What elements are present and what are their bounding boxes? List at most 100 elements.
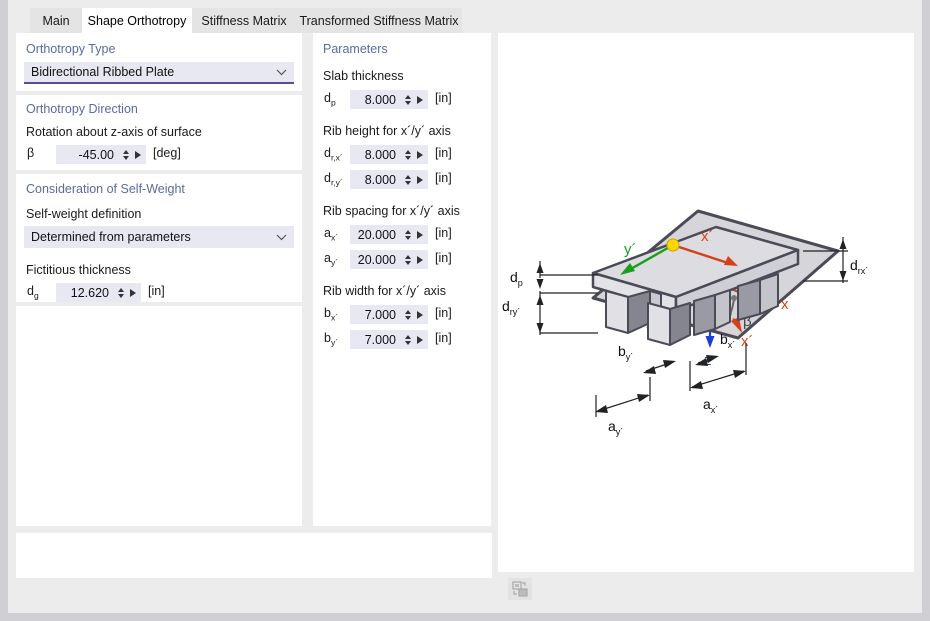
triangle-right-icon [417, 256, 426, 264]
dp-symbol-base: d [324, 91, 331, 105]
orthotropy-direction-panel: Orthotropy Direction Rotation about z-ax… [16, 95, 302, 170]
rib-width-label: Rib width for x´/y´ axis [323, 284, 446, 298]
drx-picker-button[interactable] [414, 146, 428, 163]
beta-stepper[interactable] [119, 146, 132, 163]
ax-unit: [in] [435, 226, 452, 240]
tab-label: Transformed Stiffness Matrix [299, 14, 458, 28]
orthotropy-type-select[interactable]: Bidirectional Ribbed Plate [24, 62, 294, 84]
ay-symbol-sub: y´ [331, 258, 338, 268]
tab-transformed-stiffness-matrix[interactable]: Transformed Stiffness Matrix [296, 8, 462, 33]
chevron-down-icon [268, 234, 294, 241]
ay-symbol-base: a [324, 251, 331, 265]
stepper-up-icon [405, 255, 411, 259]
orthotropy-type-title: Orthotropy Type [26, 42, 115, 56]
triangle-right-icon [417, 151, 426, 159]
label-by: by´ [618, 343, 633, 362]
dry-input[interactable]: 8.000 [350, 170, 428, 189]
by-symbol: by´ [324, 331, 338, 348]
stepper-up-icon [405, 175, 411, 179]
dp-stepper[interactable] [401, 91, 414, 108]
label-ax: ax´ [703, 396, 718, 415]
dg-symbol-sub: g [34, 291, 39, 301]
bx-symbol-base: b [324, 306, 331, 320]
drx-input[interactable]: 8.000 [350, 145, 428, 164]
ax-input[interactable]: 20.000 [350, 225, 428, 244]
by-picker-button[interactable] [414, 331, 428, 348]
dp-symbol-sub: p [331, 98, 336, 108]
orthotropy-direction-title: Orthotropy Direction [26, 102, 138, 116]
stepper-down-icon [405, 236, 411, 240]
stepper-up-icon [405, 335, 411, 339]
ax-value: 20.000 [350, 228, 401, 242]
ax-symbol: ax´ [324, 226, 338, 243]
by-stepper[interactable] [401, 331, 414, 348]
by-input[interactable]: 7.000 [350, 330, 428, 349]
left-dimension-lines [540, 261, 598, 335]
bx-picker-button[interactable] [414, 306, 428, 323]
stepper-down-icon [405, 316, 411, 320]
ax-picker-button[interactable] [414, 226, 428, 243]
dry-stepper[interactable] [401, 171, 414, 188]
view-rotate-button[interactable] [508, 578, 532, 600]
label-x-prime-top: x´ [741, 333, 754, 350]
drx-unit: [in] [435, 146, 452, 160]
label-drx: drx´ [850, 257, 868, 276]
bottom-empty-panel [16, 533, 492, 578]
dg-unit: [in] [148, 284, 165, 298]
bx-stepper[interactable] [401, 306, 414, 323]
dry-value: 8.000 [350, 173, 401, 187]
label-y-prime-bottom: y´ [624, 241, 637, 258]
tab-shape-orthotropy[interactable]: Shape Orthotropy [82, 8, 192, 33]
dry-picker-button[interactable] [414, 171, 428, 188]
ay-stepper[interactable] [401, 251, 414, 268]
beta-symbol: β [27, 146, 34, 160]
ax-symbol-sub: x´ [331, 233, 338, 243]
tab-main[interactable]: Main [30, 8, 82, 33]
dp-picker-button[interactable] [414, 91, 428, 108]
ay-input[interactable]: 20.000 [350, 250, 428, 269]
drx-stepper[interactable] [401, 146, 414, 163]
fictitious-thickness-label: Fictitious thickness [26, 263, 131, 277]
stepper-down-icon [118, 294, 124, 298]
drx-symbol-base: d [324, 146, 331, 160]
bx-unit: [in] [435, 306, 452, 320]
drx-value: 8.000 [350, 148, 401, 162]
tab-stiffness-matrix[interactable]: Stiffness Matrix [192, 8, 296, 33]
triangle-right-icon [417, 311, 426, 319]
by-unit: [in] [435, 331, 452, 345]
stepper-down-icon [123, 156, 129, 160]
ay-symbol: ay´ [324, 251, 338, 268]
dg-stepper[interactable] [114, 284, 127, 301]
self-weight-definition-value: Determined from parameters [24, 230, 268, 244]
label-dp: dp [510, 269, 523, 288]
dg-picker-button[interactable] [127, 284, 141, 301]
beta-input[interactable]: -45.00 [56, 145, 146, 164]
orthotropy-type-value: Bidirectional Ribbed Plate [24, 65, 268, 79]
ay-unit: [in] [435, 251, 452, 265]
by-value: 7.000 [350, 333, 401, 347]
rib-spacing-label: Rib spacing for x´/y´ axis [323, 204, 460, 218]
triangle-right-icon [417, 96, 426, 104]
orthotropy-type-panel: Orthotropy Type Bidirectional Ribbed Pla… [16, 33, 302, 91]
stepper-up-icon [405, 95, 411, 99]
bx-value: 7.000 [350, 308, 401, 322]
left-empty-panel [16, 306, 302, 526]
ax-stepper[interactable] [401, 226, 414, 243]
stepper-up-icon [405, 310, 411, 314]
stepper-down-icon [405, 156, 411, 160]
triangle-right-icon [417, 176, 426, 184]
triangle-right-icon [130, 289, 139, 297]
triangle-right-icon [417, 231, 426, 239]
ay-picker-button[interactable] [414, 251, 428, 268]
tab-bar: Main Shape Orthotropy Stiffness Matrix T… [8, 8, 922, 33]
stepper-up-icon [405, 230, 411, 234]
dg-input[interactable]: 12.620 [56, 283, 141, 302]
stepper-up-icon [405, 150, 411, 154]
beta-picker-button[interactable] [132, 146, 146, 163]
graphics-viewport[interactable]: y´ y x x´ z β [498, 33, 914, 572]
bx-input[interactable]: 7.000 [350, 305, 428, 324]
self-weight-definition-select[interactable]: Determined from parameters [24, 226, 294, 248]
slab-thickness-label: Slab thickness [323, 69, 404, 83]
dp-input[interactable]: 8.000 [350, 90, 428, 109]
drx-symbol: dr,x´ [324, 146, 343, 163]
